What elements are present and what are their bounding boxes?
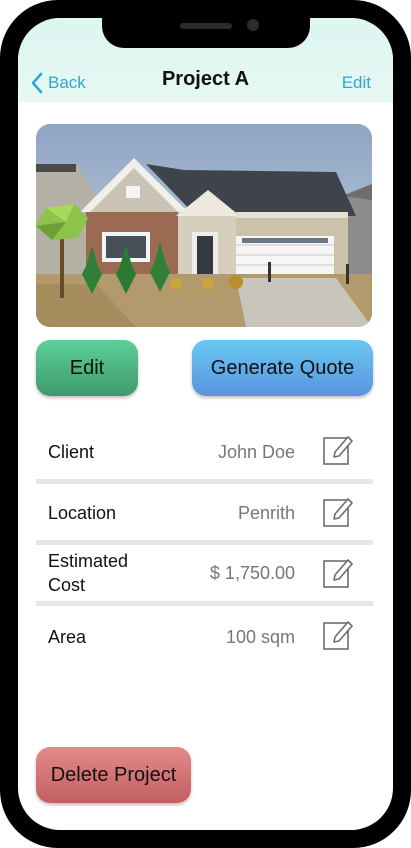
nav-edit-button[interactable]: Edit xyxy=(342,73,371,93)
screen: Back Project A Edit Edit Generate Quote … xyxy=(18,18,393,830)
notch xyxy=(102,18,310,48)
camera xyxy=(247,19,259,31)
house-photo-image xyxy=(36,124,372,327)
detail-row-area: Area 100 sqm xyxy=(36,606,373,666)
area-label: Area xyxy=(48,627,87,647)
edit-estimated-cost-icon[interactable] xyxy=(323,558,353,588)
detail-row-estimated-cost: Estimated Cost $ 1,750.00 xyxy=(36,545,373,606)
detail-row-location: Location Penrith xyxy=(36,484,373,545)
page-title: Project A xyxy=(161,68,250,90)
area-value: 100 sqm xyxy=(225,627,295,647)
phone-frame: Back Project A Edit Edit Generate Quote … xyxy=(0,0,411,848)
generate-quote-button[interactable]: Generate Quote xyxy=(192,340,373,396)
client-label: Client xyxy=(48,442,95,462)
location-value: Penrith xyxy=(237,503,295,523)
detail-row-client: Client John Doe xyxy=(36,422,373,484)
edit-button[interactable]: Edit xyxy=(36,340,138,396)
client-value: John Doe xyxy=(217,442,295,462)
house-photo xyxy=(36,124,372,327)
delete-project-button[interactable]: Delete Project xyxy=(36,747,191,803)
edit-area-icon[interactable] xyxy=(323,620,353,650)
estimated-cost-label: Estimated Cost xyxy=(48,551,129,595)
edit-location-icon[interactable] xyxy=(323,497,353,527)
estimated-cost-value: $ 1,750.00 xyxy=(209,563,295,583)
location-label: Location xyxy=(48,503,117,523)
edit-client-icon[interactable] xyxy=(323,435,353,465)
speaker xyxy=(180,23,232,29)
